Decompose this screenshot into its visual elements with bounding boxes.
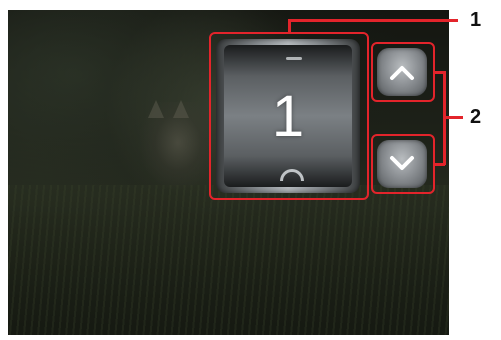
callout-label-2: 2 <box>470 106 482 128</box>
callout-label-1: 1 <box>470 9 482 31</box>
highlight-down-button <box>371 134 435 194</box>
background-grass <box>8 185 449 335</box>
highlight-up-button <box>371 42 435 102</box>
leader-line-1-horizontal <box>288 19 458 22</box>
highlight-counter <box>209 32 369 200</box>
leader-line-2-horizontal <box>443 116 463 119</box>
leader-line-1-vertical <box>288 20 291 33</box>
background-fox-ear <box>173 100 189 118</box>
background-fox-ear <box>148 100 164 118</box>
